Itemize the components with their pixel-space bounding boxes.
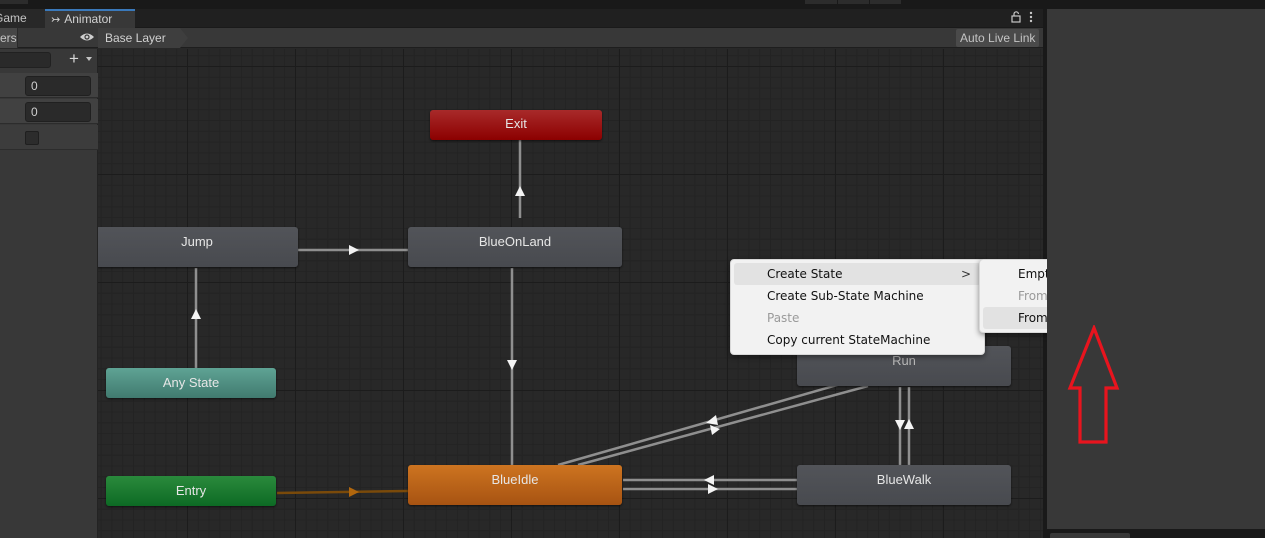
state-any-state[interactable]: Any State — [106, 368, 276, 398]
breadcrumb-base-layer[interactable]: Base Layer — [98, 28, 188, 48]
state-any-state-label: Any State — [162, 375, 220, 390]
state-entry-label: Entry — [175, 483, 207, 498]
state-bluewalk[interactable]: BlueWalk — [797, 465, 1011, 505]
graph-context-menu: Create State > Create Sub-State Machine … — [730, 259, 985, 355]
menu-item-label: Create Sub-State Machine — [767, 289, 924, 303]
menu-item-create-state[interactable]: Create State > — [734, 263, 981, 285]
state-exit-label: Exit — [505, 116, 527, 131]
state-blueonland[interactable]: BlueOnLand — [408, 227, 622, 267]
unity-editor: Game ↣Animator ers Base Layer Auto Live … — [0, 0, 1265, 538]
menu-item-copy-state-machine[interactable]: Copy current StateMachine — [734, 329, 981, 351]
toolbar-button[interactable] — [0, 0, 28, 4]
state-entry[interactable]: Entry — [106, 476, 276, 506]
eye-icon[interactable] — [79, 30, 95, 44]
parameter-row: 0 — [0, 99, 98, 124]
transition-arrow-icon — [515, 186, 525, 196]
tab-animator-label: Animator — [64, 12, 113, 26]
tab-game[interactable]: Game — [0, 9, 46, 28]
tab-game-label: Game — [0, 11, 27, 25]
state-bluewalk-label: BlueWalk — [876, 472, 932, 487]
auto-live-link-button[interactable]: Auto Live Link — [956, 29, 1040, 47]
bottom-panel-tab[interactable] — [1050, 533, 1130, 538]
menu-item-paste: Paste — [734, 307, 981, 329]
parameter-float-value[interactable]: 0 — [25, 76, 91, 96]
kebab-menu-icon[interactable] — [1029, 11, 1033, 26]
parameter-row: 0 — [0, 73, 98, 98]
transition-entry-blueidle[interactable] — [276, 489, 409, 495]
red-up-arrow-annotation — [1067, 325, 1120, 444]
menu-item-label: Paste — [767, 311, 800, 325]
transition-arrow-icon — [708, 484, 718, 494]
menu-item-label: Copy current StateMachine — [767, 333, 931, 347]
transition-arrow-icon — [507, 360, 517, 370]
parameters-panel: + 0 0 — [0, 49, 98, 538]
transition-arrow-icon — [895, 420, 905, 430]
transition-run-blueidle[interactable] — [577, 384, 869, 467]
transition-arrow-icon — [706, 415, 718, 425]
state-jump-label: Jump — [181, 234, 213, 249]
tab-parameters-label: ers — [0, 31, 17, 45]
plus-icon[interactable]: + — [69, 49, 79, 69]
state-exit[interactable]: Exit — [430, 110, 602, 140]
toolbar-button[interactable] — [805, 0, 837, 4]
animator-icon: ↣ — [51, 14, 61, 26]
parameter-bool-checkbox[interactable] — [25, 131, 39, 145]
toolbar-button[interactable] — [870, 0, 901, 4]
transition-arrow-icon — [904, 419, 914, 429]
menu-item-label: Create State — [767, 267, 843, 281]
lock-icon[interactable] — [1011, 11, 1021, 26]
state-jump[interactable]: Jump — [98, 227, 298, 267]
auto-live-link-label: Auto Live Link — [960, 31, 1036, 45]
top-toolbar-strip — [0, 0, 1265, 8]
animator-tab-bar: Game ↣Animator — [0, 9, 1043, 28]
animator-sub-toolbar: ers Base Layer Auto Live Link — [0, 28, 1043, 48]
tab-animator[interactable]: ↣ Animator — [45, 9, 135, 28]
submenu-chevron-right-icon: > — [960, 267, 971, 281]
state-run-label: Run — [892, 353, 916, 368]
parameter-search-input[interactable] — [0, 52, 51, 68]
transition-arrow-icon — [349, 487, 359, 497]
parameter-row — [0, 125, 98, 150]
transition-arrow-icon — [349, 245, 359, 255]
tab-parameters[interactable]: ers — [0, 28, 18, 48]
toolbar-button[interactable] — [838, 0, 869, 4]
breadcrumb-label: Base Layer — [105, 31, 166, 45]
parameter-int-value[interactable]: 0 — [25, 102, 91, 122]
state-blueidle-label: BlueIdle — [491, 472, 539, 487]
dropdown-caret-icon[interactable] — [86, 57, 92, 61]
menu-item-create-sub-state-machine[interactable]: Create Sub-State Machine — [734, 285, 981, 307]
state-blueonland-label: BlueOnLand — [478, 234, 552, 249]
hierarchy-bottom-bar — [1047, 9, 1265, 529]
transition-arrow-icon — [704, 475, 714, 485]
state-blueidle[interactable]: BlueIdle — [408, 465, 622, 505]
transition-arrow-icon — [191, 309, 201, 319]
